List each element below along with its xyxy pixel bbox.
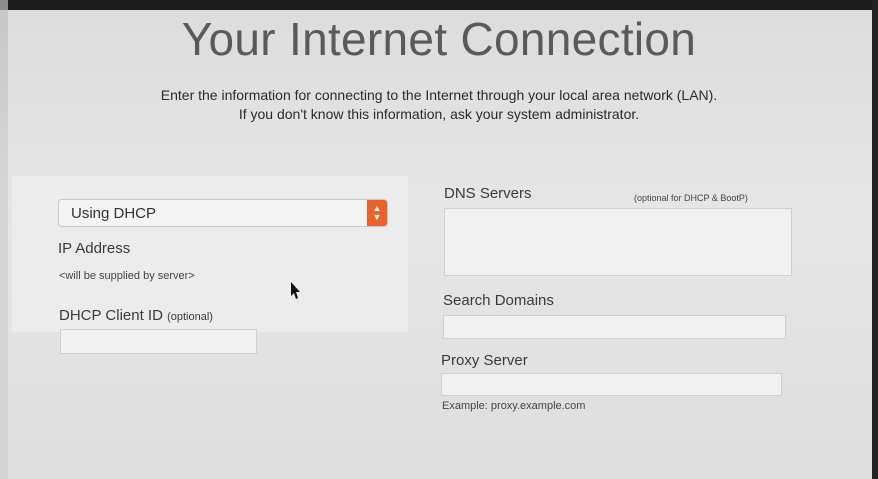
search-domains-field[interactable] xyxy=(443,315,786,339)
dns-servers-note: (optional for DHCP & BootP) xyxy=(634,193,748,203)
ip-address-value: <will be supplied by server> xyxy=(59,270,195,282)
configure-method-popup[interactable]: Using DHCP ▲ ▼ xyxy=(58,199,388,227)
dns-servers-field[interactable] xyxy=(444,208,792,276)
updown-chevron-icon: ▲ ▼ xyxy=(367,200,387,226)
configure-method-value: Using DHCP xyxy=(71,205,157,222)
dhcp-client-id-field[interactable] xyxy=(60,329,257,354)
search-domains-label: Search Domains xyxy=(443,292,554,309)
dhcp-client-id-label-text: DHCP Client ID xyxy=(59,307,163,324)
dhcp-client-id-label: DHCP Client ID (optional) xyxy=(59,307,213,324)
page-title: Your Internet Connection xyxy=(181,13,697,65)
mouse-pointer-icon xyxy=(291,282,300,299)
dns-servers-label: DNS Servers xyxy=(444,185,532,202)
dhcp-client-id-optional: (optional) xyxy=(167,311,213,323)
page-subtitle: Enter the information for connecting to … xyxy=(0,86,878,124)
proxy-server-label: Proxy Server xyxy=(441,352,528,369)
screen-edge-left xyxy=(0,0,8,479)
proxy-server-field[interactable] xyxy=(441,373,782,396)
subtitle-line-2: If you don't know this information, ask … xyxy=(238,106,640,122)
screen-bezel-right xyxy=(872,0,878,479)
proxy-server-example: Example: proxy.example.com xyxy=(442,400,586,412)
ip-address-label: IP Address xyxy=(58,240,131,257)
subtitle-line-1: Enter the information for connecting to … xyxy=(160,87,718,103)
screen-bezel-top xyxy=(0,0,878,10)
